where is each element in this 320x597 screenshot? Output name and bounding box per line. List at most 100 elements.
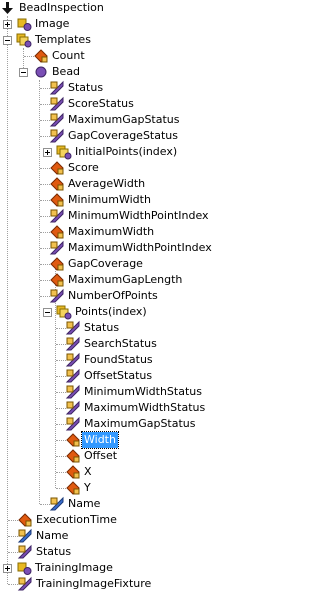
tree-item-label[interactable]: Y (82, 480, 93, 496)
tree-item-label[interactable]: ExecutionTime (34, 512, 119, 528)
tree-item-label[interactable]: Bead (50, 64, 82, 80)
tree-row-score-status[interactable]: ScoreStatus (0, 96, 227, 112)
tree-item-label[interactable]: GapCoverage (66, 256, 145, 272)
tree-item-label[interactable]: X (82, 464, 94, 480)
expand-icon[interactable] (3, 564, 12, 573)
tree-row-number-of-points[interactable]: NumberOfPoints (0, 288, 227, 304)
collection-icon (56, 304, 72, 320)
tree-item-label[interactable]: BeadInspection (17, 0, 106, 16)
tree-item-label[interactable]: Offset (82, 448, 119, 464)
tree-item-label[interactable]: Status (34, 544, 73, 560)
tree-item-label[interactable]: MaximumWidthPointIndex (66, 240, 214, 256)
tree-row-found-status[interactable]: FoundStatus (0, 352, 227, 368)
property-icon (49, 208, 65, 224)
tree-item-label[interactable]: Status (82, 320, 121, 336)
tree-item-label[interactable]: NumberOfPoints (66, 288, 160, 304)
tree-row-execution-time[interactable]: ExecutionTime (0, 512, 227, 528)
property-icon (49, 112, 65, 128)
tree-row-count[interactable]: Count (0, 48, 227, 64)
tree-row-templates[interactable]: Templates (0, 32, 227, 48)
status-property-icon (33, 48, 49, 64)
tree-item-label[interactable]: Name (34, 528, 70, 544)
tree-item-label[interactable]: FoundStatus (82, 352, 155, 368)
tree-row-bead-inspection[interactable]: BeadInspection (0, 0, 227, 16)
tree-row-minimum-width-point-index[interactable]: MinimumWidthPointIndex (0, 208, 227, 224)
tree-item-label[interactable]: TrainingImageFixture (34, 576, 153, 592)
status-property-icon (49, 272, 65, 288)
tree-item-label[interactable]: GapCoverageStatus (66, 128, 180, 144)
object-icon (33, 64, 49, 80)
tree-row-minimum-width[interactable]: MinimumWidth (0, 192, 227, 208)
tree-row-maximum-gap-length[interactable]: MaximumGapLength (0, 272, 227, 288)
name-property-icon (17, 528, 33, 544)
tree-item-label[interactable]: TrainingImage (33, 560, 115, 576)
tree-item-label[interactable]: MaximumGapStatus (66, 112, 182, 128)
collapse-icon[interactable] (43, 308, 52, 317)
tree-item-label[interactable]: MinimumWidthStatus (82, 384, 204, 400)
tree-item-label[interactable]: Count (50, 48, 87, 64)
property-icon (49, 128, 65, 144)
tree-row-bead-name[interactable]: Name (0, 496, 227, 512)
tree-item-label[interactable]: SearchStatus (82, 336, 159, 352)
tree-row-x[interactable]: X (0, 464, 227, 480)
tree-row-maximum-width-status[interactable]: MaximumWidthStatus (0, 400, 227, 416)
expand-icon[interactable] (3, 20, 12, 29)
tree-row-offset-status[interactable]: OffsetStatus (0, 368, 227, 384)
tree-item-label[interactable]: AverageWidth (66, 176, 147, 192)
expand-icon[interactable] (43, 148, 52, 157)
property-icon (49, 80, 65, 96)
property-tree: BeadInspection Image Templates Count Bea… (0, 0, 227, 592)
tree-item-label[interactable]: Name (66, 496, 102, 512)
tree-row-initial-points[interactable]: InitialPoints(index) (0, 144, 227, 160)
tree-row-minimum-width-status[interactable]: MinimumWidthStatus (0, 384, 227, 400)
tree-item-label[interactable]: Image (33, 16, 71, 32)
status-property-icon (49, 256, 65, 272)
tree-row-maximum-width-point-index[interactable]: MaximumWidthPointIndex (0, 240, 227, 256)
tree-row-average-width[interactable]: AverageWidth (0, 176, 227, 192)
collection-icon (16, 32, 32, 48)
status-property-icon (65, 464, 81, 480)
property-icon (65, 336, 81, 352)
tree-row-point-maximum-gap-status[interactable]: MaximumGapStatus (0, 416, 227, 432)
tree-row-bead-status[interactable]: Status (0, 80, 227, 96)
tree-row-search-status[interactable]: SearchStatus (0, 336, 227, 352)
collapse-icon[interactable] (19, 68, 28, 77)
tree-row-maximum-gap-status[interactable]: MaximumGapStatus (0, 112, 227, 128)
tree-item-label[interactable]: MaximumGapStatus (82, 416, 198, 432)
tree-row-maximum-width[interactable]: MaximumWidth (0, 224, 227, 240)
tree-row-training-image-fixture[interactable]: TrainingImageFixture (0, 576, 227, 592)
tree-row-offset[interactable]: Offset (0, 448, 227, 464)
tree-row-training-image[interactable]: TrainingImage (0, 560, 227, 576)
property-icon (49, 240, 65, 256)
tree-row-gap-coverage[interactable]: GapCoverage (0, 256, 227, 272)
tree-item-label[interactable]: MinimumWidthPointIndex (66, 208, 211, 224)
property-icon (65, 320, 81, 336)
tree-row-point-status[interactable]: Status (0, 320, 227, 336)
tree-item-label[interactable]: InitialPoints(index) (73, 144, 179, 160)
tree-item-label[interactable]: ScoreStatus (66, 96, 136, 112)
collapse-icon[interactable] (3, 36, 12, 45)
tree-row-score[interactable]: Score (0, 160, 227, 176)
tree-row-name[interactable]: Name (0, 528, 227, 544)
tree-item-label[interactable]: MaximumGapLength (66, 272, 184, 288)
tree-item-label[interactable]: Status (66, 80, 105, 96)
tree-row-status[interactable]: Status (0, 544, 227, 560)
tree-item-label[interactable]: Score (66, 160, 101, 176)
tree-item-label[interactable]: Templates (33, 32, 93, 48)
tree-row-bead[interactable]: Bead (0, 64, 227, 80)
tree-row-y[interactable]: Y (0, 480, 227, 496)
tree-item-label[interactable]: Points(index) (73, 304, 149, 320)
down-arrow-icon (0, 0, 16, 16)
tree-item-label[interactable]: MaximumWidth (66, 224, 156, 240)
property-icon (17, 544, 33, 560)
status-property-icon (49, 224, 65, 240)
tree-row-image[interactable]: Image (0, 16, 227, 32)
tree-row-points[interactable]: Points(index) (0, 304, 227, 320)
tree-item-label[interactable]: MaximumWidthStatus (82, 400, 207, 416)
status-property-icon (49, 192, 65, 208)
tree-row-gap-coverage-status[interactable]: GapCoverageStatus (0, 128, 227, 144)
tree-item-label[interactable]: MinimumWidth (66, 192, 153, 208)
tree-item-label[interactable]: OffsetStatus (82, 368, 154, 384)
tree-item-label-selected[interactable]: Width (81, 431, 119, 449)
tree-row-width[interactable]: Width (0, 431, 227, 449)
